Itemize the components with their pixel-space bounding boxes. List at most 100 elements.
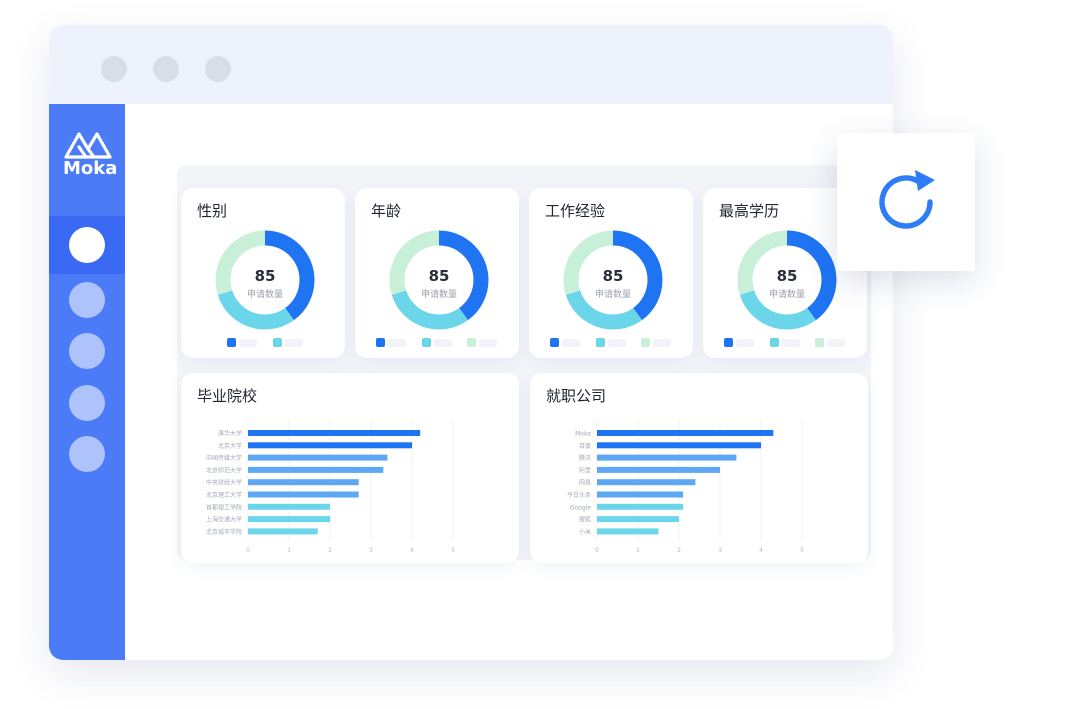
window-control-dot[interactable]	[205, 56, 231, 82]
bar[interactable]	[597, 479, 696, 486]
y-category-label: 阿里	[579, 466, 591, 474]
nav-dot-icon	[69, 436, 105, 472]
x-tick-label: 3	[718, 547, 722, 554]
donut-center-value: 85	[428, 267, 450, 285]
card-title: 年龄	[371, 202, 402, 220]
bar[interactable]	[597, 466, 720, 473]
y-category-label: 上海交通大学	[206, 516, 242, 524]
company-chart-card[interactable]: 就职公司 0 1 2 3 4 5 Moka 百度 腾讯 阿里 网易 今日头条 Google 搜狐 小米	[530, 373, 868, 563]
y-category-label: 腾讯	[579, 454, 591, 462]
legend-item[interactable]	[467, 338, 497, 348]
sidebar-item-2[interactable]	[49, 271, 125, 329]
window-titlebar	[49, 25, 893, 104]
nav-dot-icon	[69, 282, 105, 318]
y-category-label: 中国传媒大学	[206, 454, 242, 462]
donut-center-label: 申请数量	[594, 290, 631, 300]
y-category-label: 中央财经大学	[206, 479, 242, 487]
refresh-icon	[879, 170, 935, 229]
y-category-label: 清华大学	[218, 430, 242, 438]
card-title: 工作经验	[545, 202, 606, 220]
bar[interactable]	[597, 491, 684, 498]
legend-item[interactable]	[376, 338, 406, 348]
x-tick-label: 1	[636, 547, 640, 554]
y-category-label: 搜狐	[579, 516, 591, 524]
legend-item[interactable]	[550, 338, 580, 348]
x-tick-label: 0	[246, 547, 250, 554]
y-category-label: 北京大学	[218, 442, 242, 450]
nav-dot-icon	[69, 333, 105, 369]
chart-legend	[703, 338, 867, 350]
sidebar-item-3[interactable]	[49, 322, 125, 380]
moka-logo[interactable]: Moka	[63, 129, 118, 179]
bar[interactable]	[597, 430, 774, 436]
sidebar-item-1[interactable]	[49, 216, 125, 274]
donut-center-label: 申请数量	[420, 290, 457, 300]
window-control-dot[interactable]	[101, 56, 127, 82]
legend-item[interactable]	[273, 338, 303, 348]
moka-logo-icon	[64, 132, 112, 159]
sidebar: Moka	[49, 104, 125, 660]
y-category-label: 首都理工学院	[206, 503, 242, 511]
school-bar-chart: 0 1 2 3 4 5 清华大学北京大学中国传媒大学北京师范大学中央财经大学北京理工大学首都…	[206, 419, 455, 554]
donut-center-value: 85	[776, 267, 798, 285]
bar[interactable]	[597, 442, 761, 449]
donut-card-work-experience[interactable]: 工作经验 85 申请数量	[529, 188, 693, 358]
y-category-label: 小米	[579, 528, 591, 536]
chart-legend	[529, 338, 693, 350]
refresh-button[interactable]	[837, 133, 975, 271]
y-category-label: Google	[570, 504, 591, 511]
bar[interactable]	[248, 528, 318, 535]
donut-center-value: 85	[602, 267, 624, 285]
donut-card-gender[interactable]: 性别 85 申请数量	[181, 188, 345, 358]
donut-center-value: 85	[254, 267, 276, 285]
x-tick-label: 5	[800, 547, 804, 554]
x-tick-label: 4	[410, 547, 414, 554]
nav-dot-icon	[69, 227, 105, 263]
x-tick-label: 2	[328, 547, 332, 554]
donut-center-label: 申请数量	[768, 290, 805, 300]
legend-item[interactable]	[641, 338, 671, 348]
x-tick-label: 5	[451, 547, 455, 554]
x-tick-label: 1	[287, 547, 291, 554]
bar[interactable]	[248, 454, 388, 461]
legend-item[interactable]	[770, 338, 800, 348]
bar[interactable]	[248, 516, 330, 523]
logo-text: Moka	[63, 158, 118, 179]
legend-item[interactable]	[227, 338, 257, 348]
nav-dot-icon	[69, 385, 105, 421]
legend-item[interactable]	[815, 338, 845, 348]
card-title: 性别	[197, 202, 228, 220]
bar[interactable]	[248, 442, 412, 449]
y-category-label: 北京理工大学	[206, 491, 242, 499]
bar[interactable]	[248, 430, 421, 436]
y-category-label: 今日头条	[567, 491, 591, 499]
school-chart-card[interactable]: 毕业院校 0 1 2 3 4 5 清华大学 北京大学 中国传媒大学 北京师范大学 中央财经大学 北京理…	[181, 373, 519, 563]
window-control-dot[interactable]	[153, 56, 179, 82]
bar[interactable]	[597, 503, 684, 510]
bar[interactable]	[597, 454, 737, 461]
x-tick-label: 3	[369, 547, 373, 554]
legend-item[interactable]	[596, 338, 626, 348]
y-category-label: Moka	[575, 431, 591, 438]
legend-item[interactable]	[422, 338, 452, 348]
bar[interactable]	[597, 516, 679, 523]
y-category-label: 北京城市学院	[206, 528, 242, 536]
donut-card-age[interactable]: 年龄 85 申请数量	[355, 188, 519, 358]
bar[interactable]	[597, 528, 659, 535]
y-category-label: 百度	[579, 442, 591, 450]
bar[interactable]	[248, 491, 359, 498]
donut-center-label: 申请数量	[246, 290, 283, 300]
card-title: 最高学历	[719, 202, 780, 220]
bar[interactable]	[248, 479, 359, 486]
chart-legend	[181, 338, 345, 350]
sidebar-item-4[interactable]	[49, 374, 125, 432]
legend-item[interactable]	[724, 338, 754, 348]
chart-legend	[355, 338, 519, 350]
bar[interactable]	[248, 466, 384, 473]
x-tick-label: 2	[677, 547, 681, 554]
sidebar-item-5[interactable]	[49, 425, 125, 483]
y-category-label: 网易	[579, 480, 591, 487]
bar[interactable]	[248, 503, 330, 510]
company-bar-chart: 0 1 2 3 4 5 Moka 百度腾讯阿里网易今日头条 Google 搜狐小米	[567, 419, 804, 554]
x-tick-label: 4	[759, 547, 763, 554]
